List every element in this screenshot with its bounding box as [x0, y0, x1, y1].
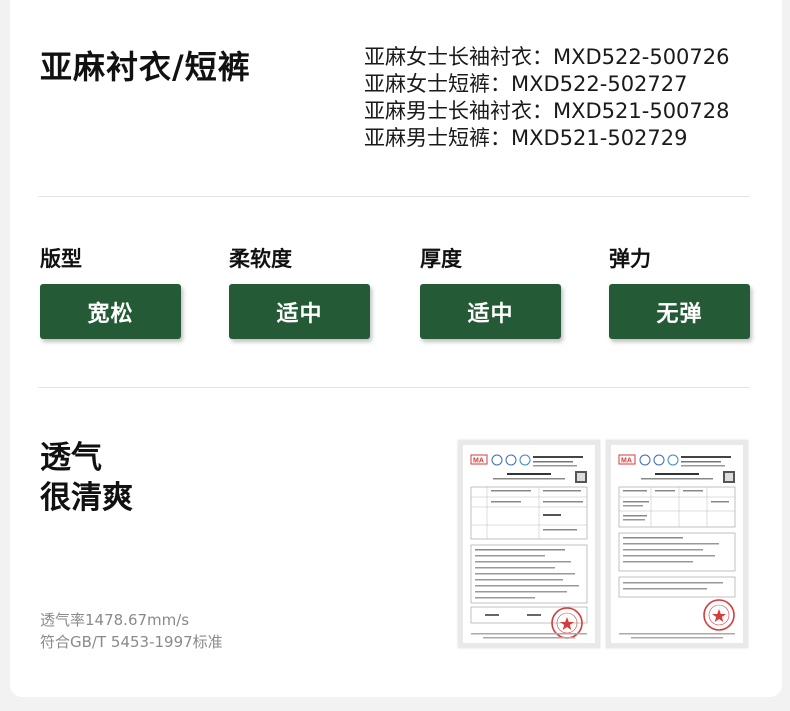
- section-divider: [38, 387, 750, 388]
- test-report-sheet: MA: [611, 445, 743, 643]
- attribute-thickness: 厚度 适中: [420, 244, 561, 339]
- feature-line: 透气: [40, 440, 102, 476]
- feature-heading: 透气 很清爽: [40, 438, 133, 518]
- test-report-thumbnail-icon: MA: [470, 454, 588, 639]
- report-logo-text: MA: [473, 458, 484, 465]
- feature-spec: 透气率1478.67mm/s 符合GB/T 5453-1997标准: [40, 609, 223, 653]
- section-divider: [38, 196, 750, 197]
- attribute-value-badge: 宽松: [40, 284, 181, 339]
- product-code-list: 亚麻女士长袖衬衣：MXD522-500726 亚麻女士短裤：MXD522-502…: [364, 44, 730, 152]
- attribute-label: 版型: [40, 247, 82, 271]
- product-code-item: 亚麻女士短裤：MXD522-502727: [364, 72, 688, 96]
- attribute-value-badge: 无弹: [609, 284, 750, 339]
- spec-line: 透气率1478.67mm/s: [40, 611, 190, 629]
- product-code-item: 亚麻男士短裤：MXD521-502729: [364, 126, 688, 150]
- attribute-value-badge: 适中: [420, 284, 561, 339]
- test-report-sheet: MA: [463, 445, 595, 643]
- product-code-item: 亚麻女士长袖衬衣：MXD522-500726: [364, 45, 730, 69]
- test-report-thumbnail: MA: [606, 440, 748, 648]
- attribute-label: 弹力: [609, 247, 651, 271]
- attribute-label: 柔软度: [229, 247, 292, 271]
- attribute-softness: 柔软度 适中: [229, 244, 370, 339]
- test-report-thumbnail: MA: [458, 440, 600, 648]
- feature-line: 很清爽: [40, 480, 133, 516]
- attribute-elasticity: 弹力 无弹: [609, 244, 750, 339]
- attribute-label: 厚度: [420, 247, 462, 271]
- inspection-seal-icon: [703, 599, 735, 631]
- attribute-value-badge: 适中: [229, 284, 370, 339]
- test-report-thumbnail-icon: MA: [618, 454, 736, 639]
- attribute-fit: 版型 宽松: [40, 244, 181, 339]
- product-title: 亚麻衬衣/短裤: [40, 48, 251, 86]
- report-logo-text: MA: [621, 458, 632, 465]
- product-code-item: 亚麻男士长袖衬衣：MXD521-500728: [364, 99, 730, 123]
- spec-line: 符合GB/T 5453-1997标准: [40, 633, 223, 651]
- product-detail-card: 亚麻衬衣/短裤 亚麻女士长袖衬衣：MXD522-500726 亚麻女士短裤：MX…: [10, 0, 782, 697]
